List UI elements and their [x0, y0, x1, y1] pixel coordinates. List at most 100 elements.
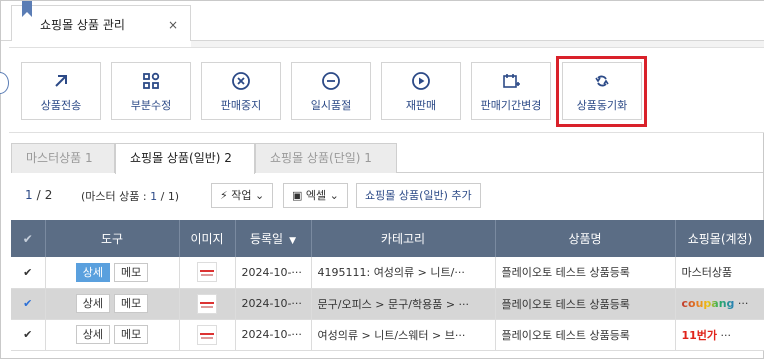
product-tabs: 마스터상품 1 쇼핑몰 상품(일반) 2 쇼핑몰 상품(단일) 1: [11, 143, 763, 174]
row-product-name[interactable]: 플레이오토 테스트 상품등록: [495, 288, 676, 320]
header-shop: 쇼핑몰(계정): [675, 220, 764, 257]
11st-logo: 11번가: [681, 328, 718, 342]
master-count: (마스터 상품 : 1 / 1): [81, 188, 179, 204]
window-tab-title: 쇼핑몰 상품 관리: [40, 18, 125, 32]
table-row[interactable]: ✔ 상세 메모 2024-10-··· 여성의류 > 니트/스웨터 > 브··· …: [11, 319, 764, 351]
row-tools: 상세 메모: [45, 319, 180, 351]
partial-edit-label: 부분수정: [130, 99, 172, 112]
change-sale-period-label: 판매기간변경: [480, 99, 542, 112]
change-sale-period-button[interactable]: 판매기간변경: [471, 62, 551, 120]
pager: 1/2: [25, 188, 52, 202]
row-date: 2024-10-···: [235, 288, 312, 320]
row-category: 4195111: 여성의류 > 니트/···: [311, 257, 496, 289]
tab-shop-single-count: 1: [364, 151, 372, 165]
window-tab-strip: 쇼핑몰 상품 관리 ×: [1, 1, 764, 41]
chevron-down-icon: ⌄: [329, 189, 339, 202]
temp-soldout-button[interactable]: 일시품절: [291, 62, 371, 120]
tab-shop-single-label: 쇼핑몰 상품(단일): [270, 151, 361, 165]
detail-button[interactable]: 상세: [75, 262, 110, 282]
memo-button[interactable]: 메모: [114, 262, 149, 282]
close-icon[interactable]: ×: [168, 18, 178, 32]
shop-more: ···: [734, 297, 749, 310]
row-image: [179, 288, 236, 320]
circle-play-icon: [411, 71, 431, 91]
header-reg-date[interactable]: 등록일 ▼: [235, 220, 312, 257]
select-all-checkbox[interactable]: ✔: [11, 220, 46, 257]
sync-highlight-box: [556, 56, 647, 127]
work-dropdown-button[interactable]: ⚡ 작업 ⌄: [211, 183, 274, 208]
master-count-n: 1: [150, 190, 158, 203]
header-product-name: 상품명: [495, 220, 676, 257]
row-tools: 상세 메모: [45, 257, 180, 289]
row-product-name[interactable]: 플레이오토 테스트 상품등록: [495, 257, 676, 289]
stop-sale-label: 판매중지: [220, 99, 262, 112]
row-category: 문구/오피스 > 문구/학용품 > ···: [311, 288, 496, 320]
window-tab[interactable]: 쇼핑몰 상품 관리 ×: [11, 1, 191, 41]
row-product-name[interactable]: 플레이오토 테스트 상품등록: [495, 319, 676, 351]
send-product-button[interactable]: 상품전송: [21, 62, 101, 120]
circle-minus-icon: [321, 71, 341, 91]
detail-button[interactable]: 상세: [75, 294, 110, 313]
arrow-up-right-icon: [51, 71, 71, 91]
resale-button[interactable]: 재판매: [381, 62, 461, 120]
tab-master-products[interactable]: 마스터상품 1: [11, 143, 115, 173]
calendar-plus-icon: [501, 71, 521, 91]
excel-label: 엑셀: [305, 189, 327, 202]
memo-button[interactable]: 메모: [114, 325, 149, 344]
grid-shapes-icon: [141, 71, 161, 91]
product-thumbnail[interactable]: [197, 293, 217, 314]
table-row[interactable]: ✔ 상세 메모 2024-10-··· 문구/오피스 > 문구/학용품 > ···…: [11, 288, 764, 320]
tab-shop-single[interactable]: 쇼핑몰 상품(단일) 1: [255, 143, 397, 173]
chevron-down-icon: ⌄: [254, 189, 265, 202]
app-window: 쇼핑몰 상품 관리 × 상품전송 부분수정 판매중지 일시품절 재판매 판매기간…: [0, 0, 764, 359]
toolbar: 상품전송 부분수정 판매중지 일시품절 재판매 판매기간변경 상품동기화: [9, 47, 764, 133]
row-date: 2024-10-···: [235, 319, 312, 351]
page-total: 2: [44, 188, 53, 202]
tab-shop-general[interactable]: 쇼핑몰 상품(일반) 2: [115, 143, 255, 174]
row-category: 여성의류 > 니트/스웨터 > 브···: [311, 319, 496, 351]
header-image: 이미지: [179, 220, 236, 257]
shop-more: ···: [717, 328, 732, 342]
stop-sale-button[interactable]: 판매중지: [201, 62, 281, 120]
page-current: 1: [25, 188, 33, 202]
product-thumbnail[interactable]: [197, 262, 217, 283]
side-toggle-icon[interactable]: [0, 72, 9, 94]
sort-down-icon: ▼: [289, 236, 297, 246]
row-tools: 상세 메모: [45, 288, 180, 320]
bookmark-icon: [22, 1, 32, 17]
excel-dropdown-button[interactable]: ▣ 엑셀 ⌄: [283, 183, 348, 208]
tab-master-count: 1: [85, 151, 93, 165]
circle-x-icon: [231, 71, 251, 91]
product-table: ✔ 도구 이미지 등록일 ▼ 카테고리 상품명 쇼핑몰(계정) ✔ 상세 메모 20…: [11, 220, 764, 351]
add-shop-product-button[interactable]: 쇼핑몰 상품(일반) 추가: [356, 183, 481, 208]
memo-button[interactable]: 메모: [114, 294, 149, 313]
master-count-prefix: (마스터 상품 :: [81, 190, 147, 203]
row-image: [179, 319, 236, 351]
row-checkbox[interactable]: ✔: [11, 257, 46, 289]
row-date: 2024-10-···: [235, 257, 312, 289]
row-checkbox[interactable]: ✔: [11, 288, 46, 320]
temp-soldout-label: 일시품절: [310, 99, 352, 112]
table-header-row: ✔ 도구 이미지 등록일 ▼ 카테고리 상품명 쇼핑몰(계정): [11, 220, 764, 257]
bolt-icon: ⚡: [220, 189, 228, 202]
tab-shop-general-label: 쇼핑몰 상품(일반): [130, 151, 221, 165]
tab-master-label: 마스터상품: [26, 151, 82, 165]
partial-edit-button[interactable]: 부분수정: [111, 62, 191, 120]
header-reg-date-label: 등록일: [249, 232, 284, 246]
work-label: 작업: [231, 189, 252, 202]
detail-button[interactable]: 상세: [75, 325, 110, 344]
master-count-sep: /: [160, 190, 165, 203]
coupang-logo: coupang: [681, 297, 735, 310]
row-shop: coupang ···: [675, 288, 764, 320]
row-checkbox[interactable]: ✔: [11, 319, 46, 351]
master-count-total: 1): [167, 190, 180, 203]
row-shop: 11번가 ···: [675, 319, 764, 351]
table-row[interactable]: ✔ 상세 메모 2024-10-··· 4195111: 여성의류 > 니트/··…: [11, 257, 764, 289]
product-thumbnail[interactable]: [197, 324, 217, 345]
header-category: 카테고리: [311, 220, 496, 257]
resale-label: 재판매: [405, 99, 437, 112]
excel-icon: ▣: [292, 189, 303, 202]
row-shop: 마스터상품: [675, 257, 764, 289]
action-bar: 1/2 (마스터 상품 : 1 / 1) ⚡ 작업 ⌄ ▣ 엑셀 ⌄ 쇼핑몰 상…: [11, 181, 763, 209]
header-tool: 도구: [45, 220, 180, 257]
